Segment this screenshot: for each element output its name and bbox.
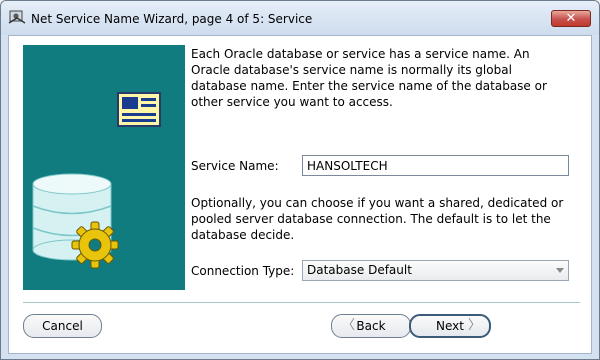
connection-type-label: Connection Type: (191, 264, 295, 278)
back-button-label: Back (356, 319, 386, 333)
title-bar[interactable]: Net Service Name Wizard, page 4 of 5: Se… (1, 1, 599, 35)
network-wizard-icon (8, 10, 26, 24)
gear-icon (71, 221, 119, 269)
wizard-window: Net Service Name Wizard, page 4 of 5: Se… (0, 0, 600, 360)
close-button[interactable]: ✕ (551, 10, 591, 27)
connection-help-text: Optionally, you can choose if you want a… (191, 196, 564, 242)
service-name-input[interactable] (302, 155, 569, 176)
chevron-down-icon (556, 268, 564, 273)
chevron-left-icon: 〈 (342, 318, 356, 333)
close-icon: ✕ (565, 11, 577, 26)
dialog-body: Each Oracle database or service has a se… (8, 35, 592, 354)
wizard-illustration (23, 45, 185, 290)
service-name-label: Service Name: (191, 159, 279, 173)
illustration-graphic (32, 92, 161, 269)
chevron-right-icon: 〉 (467, 318, 481, 333)
window-title: Net Service Name Wizard, page 4 of 5: Se… (31, 12, 313, 26)
back-button[interactable]: 〈 Back (331, 314, 411, 338)
connection-type-value: Database Default (307, 263, 412, 277)
connection-type-dropdown[interactable]: Database Default (302, 260, 569, 281)
cancel-button[interactable]: Cancel (23, 314, 102, 338)
next-button[interactable]: Next 〉 (409, 314, 491, 338)
button-divider (23, 302, 580, 303)
intro-text: Each Oracle database or service has a se… (191, 47, 547, 109)
index-card-icon (117, 92, 161, 127)
cancel-button-label: Cancel (42, 319, 83, 333)
next-button-label: Next (436, 319, 464, 333)
